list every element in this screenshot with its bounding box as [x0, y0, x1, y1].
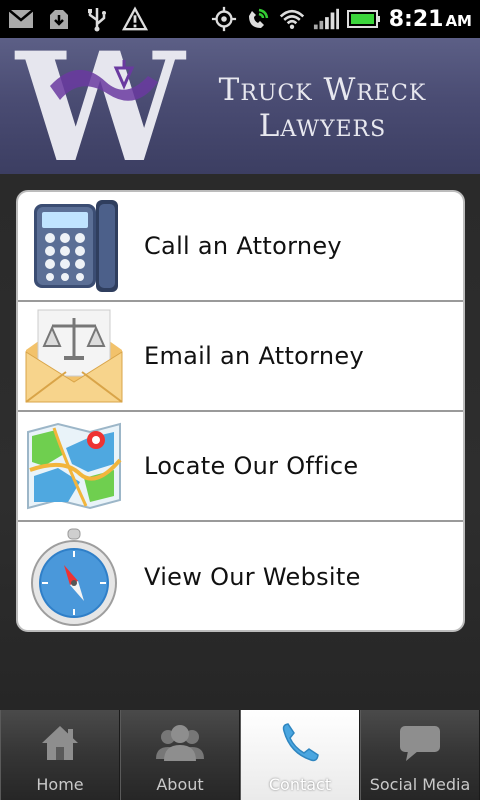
bottom-tab-bar: Home About Contact Social Media [0, 710, 480, 800]
cell-signal-icon [313, 6, 339, 32]
battery-icon [346, 6, 381, 32]
phone-signal-icon [245, 6, 271, 32]
clock-ampm: AM [445, 11, 472, 30]
clock: 8:21 AM [389, 7, 472, 32]
tab-about-label: About [156, 775, 204, 794]
firm-name-line2: Lawyers [258, 108, 387, 144]
tab-home-label: Home [36, 775, 84, 794]
wifi-icon [279, 6, 305, 32]
warning-icon [122, 6, 148, 32]
download-icon [46, 6, 72, 32]
people-icon [153, 717, 207, 769]
home-icon [40, 717, 80, 769]
clock-time: 8:21 [388, 6, 444, 32]
menu-item-locate[interactable]: Locate Our Office [18, 412, 463, 522]
tab-home[interactable]: Home [0, 710, 120, 800]
menu-item-website[interactable]: View Our Website [18, 522, 463, 630]
firm-name-line1: Truck Wreck [218, 72, 427, 108]
menu-item-locate-label: Locate Our Office [144, 452, 359, 480]
tab-about[interactable]: About [120, 710, 240, 800]
status-bar: 8:21 AM [0, 0, 480, 38]
phone-handset-icon [278, 717, 322, 769]
compass-icon [18, 522, 130, 630]
content-area: Call an Attorney Email an Attorney Locat… [0, 174, 480, 710]
firm-name: Truck Wreck Lawyers [200, 72, 445, 144]
menu-item-website-label: View Our Website [144, 563, 361, 591]
tab-social-media[interactable]: Social Media [360, 710, 480, 800]
email-scales-icon [18, 301, 130, 411]
header-banner: W Truck Wreck Lawyers [0, 38, 480, 174]
tab-contact[interactable]: Contact [240, 710, 360, 800]
gps-icon [211, 6, 237, 32]
usb-icon [84, 6, 110, 32]
menu-item-email[interactable]: Email an Attorney [18, 302, 463, 412]
tab-contact-label: Contact [268, 775, 332, 794]
logo: W [8, 38, 198, 174]
logo-letter: W [14, 42, 187, 172]
gmail-icon [8, 6, 34, 32]
phone-icon [18, 192, 130, 301]
map-icon [18, 411, 130, 521]
tab-social-media-label: Social Media [369, 775, 471, 794]
menu-item-call-label: Call an Attorney [144, 232, 342, 260]
contact-menu: Call an Attorney Email an Attorney Locat… [16, 190, 465, 632]
menu-item-email-label: Email an Attorney [144, 342, 364, 370]
menu-item-call[interactable]: Call an Attorney [18, 192, 463, 302]
chat-bubble-icon [398, 717, 442, 769]
